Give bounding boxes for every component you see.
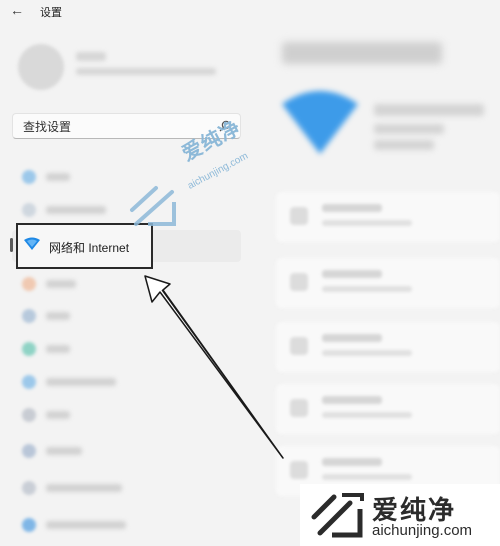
back-arrow-icon[interactable]: ← xyxy=(10,2,24,18)
network-properties xyxy=(374,140,434,150)
time-language-icon xyxy=(22,375,36,389)
sidebar-item-privacy[interactable] xyxy=(12,473,241,503)
sidebar-item-label xyxy=(46,411,70,419)
user-account-card[interactable] xyxy=(12,38,237,102)
sidebar-item-label xyxy=(46,173,70,181)
sidebar-item-accessibility[interactable] xyxy=(12,436,241,466)
content-panel xyxy=(262,0,500,546)
personalization-icon xyxy=(22,277,36,291)
watermark-box: 爱纯净 aichunjing.com xyxy=(300,484,500,546)
sidebar-item-apps[interactable] xyxy=(12,301,241,331)
user-name xyxy=(76,52,106,61)
sidebar-item-label xyxy=(46,447,82,455)
selection-indicator xyxy=(10,238,13,252)
settings-card[interactable] xyxy=(276,384,500,434)
wifi-status-icon xyxy=(282,91,358,154)
avatar xyxy=(18,44,64,90)
settings-card[interactable] xyxy=(276,322,500,372)
watermark-brand-url: aichunjing.com xyxy=(372,522,473,539)
sidebar-item-personalization[interactable] xyxy=(12,269,241,299)
sidebar-item-label xyxy=(46,484,122,492)
page-title xyxy=(282,42,442,64)
settings-card[interactable] xyxy=(276,258,500,308)
network-status xyxy=(374,124,444,134)
sidebar-item-accounts[interactable] xyxy=(12,334,241,364)
sidebar-item-label xyxy=(46,378,116,386)
sidebar-item-windows-update[interactable] xyxy=(12,510,241,540)
aichunjing-logo-icon xyxy=(311,493,364,538)
network-internet-label: 网络和 Internet xyxy=(49,241,130,255)
gaming-icon xyxy=(22,408,36,422)
wifi-icon xyxy=(24,237,40,250)
accounts-icon xyxy=(22,342,36,356)
user-email xyxy=(76,68,216,75)
sidebar-item-label xyxy=(46,280,76,288)
sidebar-item-time-language[interactable] xyxy=(12,367,241,397)
privacy-security-icon xyxy=(22,481,36,495)
apps-icon xyxy=(22,309,36,323)
sidebar-item-label xyxy=(46,312,70,320)
sidebar-item-label xyxy=(46,206,106,214)
sidebar-item-label xyxy=(46,345,70,353)
accessibility-icon xyxy=(22,444,36,458)
windows-update-icon xyxy=(22,518,36,532)
settings-card[interactable] xyxy=(276,192,500,242)
window-title: 设置 xyxy=(40,7,62,19)
network-name xyxy=(374,104,484,116)
sidebar-item-gaming[interactable] xyxy=(12,400,241,430)
sidebar-item-label xyxy=(46,521,126,529)
system-icon xyxy=(22,170,36,184)
bluetooth-devices-icon xyxy=(22,203,36,217)
search-input[interactable] xyxy=(21,117,215,137)
